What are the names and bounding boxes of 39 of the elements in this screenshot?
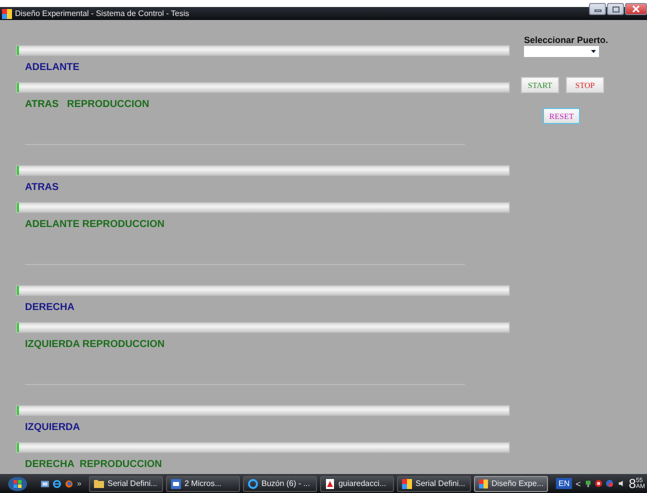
volume-icon[interactable] — [618, 479, 625, 488]
taskbar-button[interactable]: guiaredacci... — [320, 476, 394, 492]
caret-icon — [591, 50, 596, 53]
close-button[interactable] — [625, 3, 647, 15]
start-button[interactable] — [8, 474, 28, 492]
browser-icon[interactable] — [53, 478, 62, 488]
folder-icon — [94, 478, 104, 488]
channel-label: ATRAS REPRODUCCION — [25, 98, 150, 112]
close-icon — [632, 5, 640, 13]
channel-label: ADELANTE REPRODUCCION — [25, 218, 164, 232]
reset-button[interactable]: RESET — [543, 108, 580, 124]
channel-label: IZQUIERDA — [25, 421, 80, 435]
network-icon[interactable] — [584, 479, 592, 488]
taskbar-button[interactable]: Serial Defini... — [89, 476, 164, 492]
browser-icon — [248, 478, 258, 488]
taskbar-button[interactable]: 2 Micros... — [166, 476, 240, 492]
maximize-button[interactable] — [607, 3, 624, 15]
window-title: Diseño Experimental - Sistema de Control - Tesis — [15, 9, 190, 18]
channel-label: ADELANTE — [25, 61, 80, 75]
maximize-icon — [612, 6, 620, 12]
taskbar-button[interactable]: Buzón (6) - ... — [243, 476, 318, 492]
channel-label: ATRAS — [25, 181, 59, 195]
channel-label: DERECHA — [25, 301, 74, 315]
start-button[interactable]: START — [521, 77, 559, 93]
channel-label: IZQUIERDA REPRODUCCION — [25, 338, 165, 352]
stop-button[interactable]: STOP — [566, 77, 604, 93]
taskbar-button[interactable]: Diseño Expe... — [474, 476, 548, 492]
channel-label: DERECHA REPRODUCCION — [25, 458, 162, 472]
taskbar-button[interactable]: Serial Defini... — [397, 476, 472, 492]
minimize-button[interactable] — [589, 3, 606, 15]
more-button[interactable]: » — [77, 479, 82, 488]
app-icon — [479, 478, 488, 488]
language-indicator[interactable]: EN — [556, 478, 572, 489]
app-icon — [402, 478, 412, 488]
tray-expand-button[interactable]: < — [576, 478, 581, 488]
port-label: Seleccionar Puerto. — [524, 35, 608, 45]
app-icon — [2, 8, 12, 18]
pdf-icon — [325, 478, 336, 488]
desktop-icon[interactable] — [41, 478, 50, 488]
